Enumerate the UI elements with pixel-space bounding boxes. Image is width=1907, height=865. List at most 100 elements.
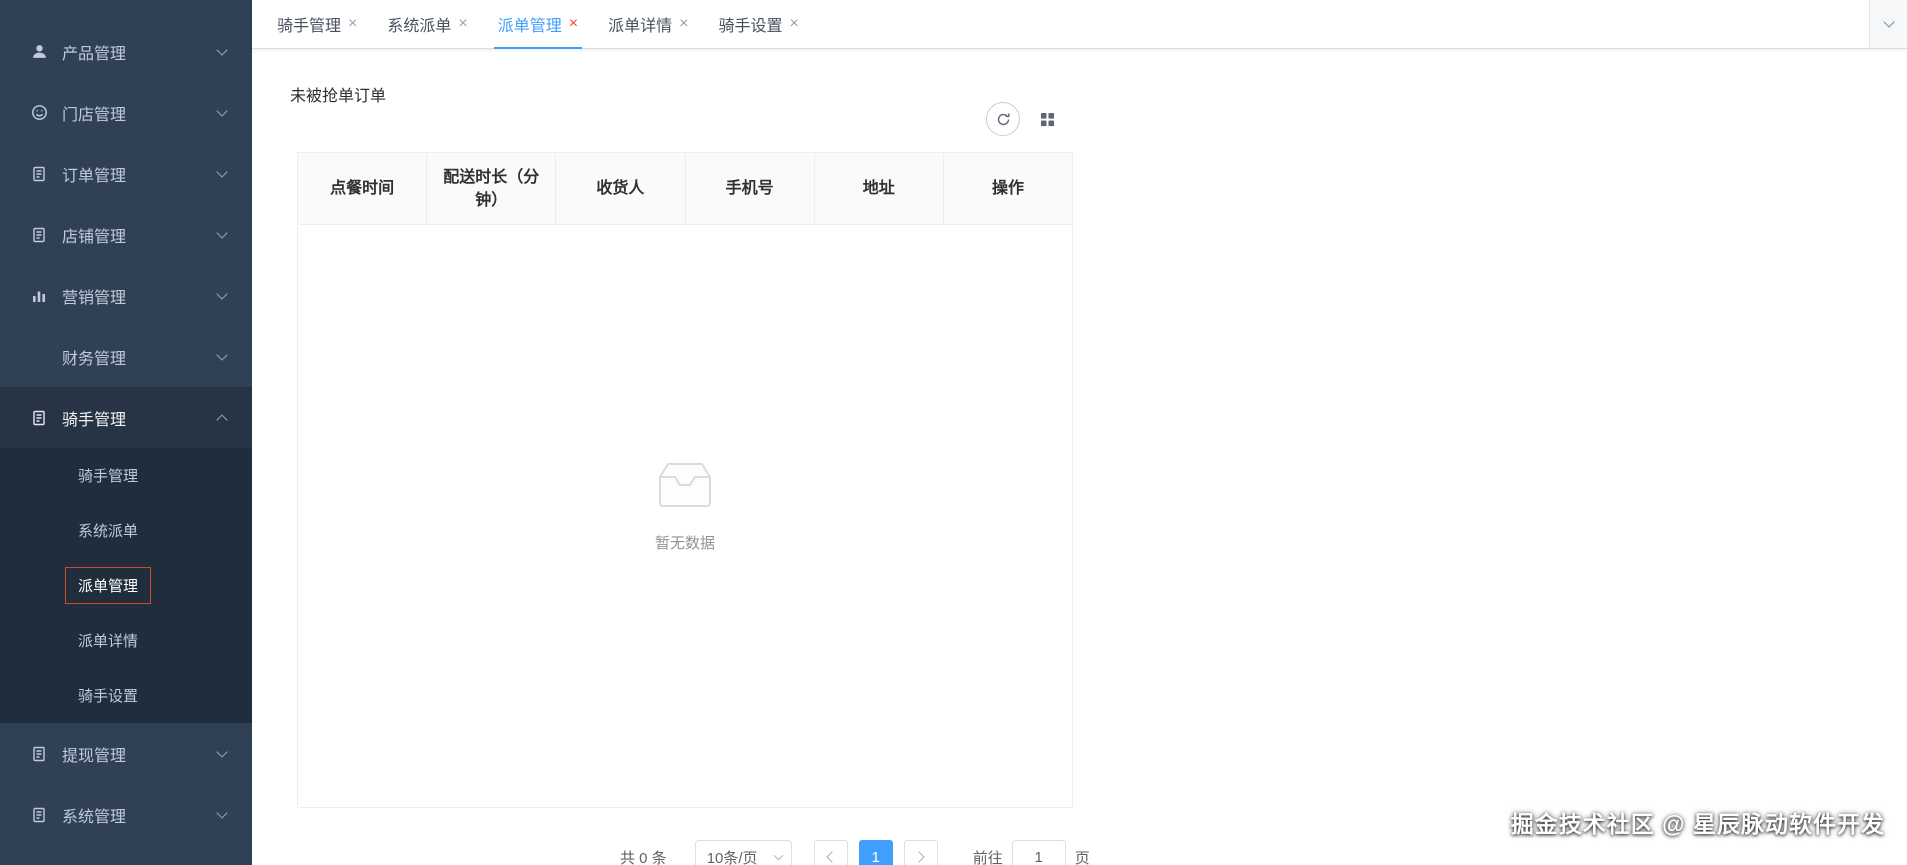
chevron-up-icon <box>216 413 228 426</box>
chevron-down-icon <box>216 104 228 117</box>
sidebar-item-order-mgmt[interactable]: 订单管理 <box>0 143 252 204</box>
sidebar-subitem-rider-mgmt[interactable]: 骑手管理 <box>0 448 252 503</box>
active-highlight-box: 派单管理 <box>65 567 152 604</box>
table-toolbar <box>986 102 1064 136</box>
chevron-left-icon <box>826 851 838 863</box>
document-icon <box>29 225 49 245</box>
document-icon <box>29 408 49 428</box>
chevron-down-icon <box>773 850 784 860</box>
shop-icon <box>29 103 49 123</box>
close-icon[interactable]: × <box>679 16 688 32</box>
chart-icon <box>29 286 49 306</box>
column-header-order-time: 点餐时间 <box>330 180 395 197</box>
chevron-right-icon <box>913 851 925 863</box>
tab-rider-mgmt[interactable]: 骑手管理 × <box>273 0 361 48</box>
column-header-actions: 操作 <box>942 153 1072 224</box>
column-header-delivery-duration: 配送时长（分钟） <box>426 153 555 224</box>
pagination-total: 共 0 条 <box>620 849 667 865</box>
sidebar-item-label: 产品管理 <box>62 45 127 63</box>
sidebar-item-label: 店铺管理 <box>62 228 127 246</box>
tab-overflow-dropdown[interactable] <box>1869 0 1907 48</box>
chevron-down-icon <box>216 165 228 178</box>
close-icon[interactable]: × <box>348 16 357 32</box>
blank-icon <box>29 347 49 367</box>
tabbar: 骑手管理 × 系统派单 × 派单管理 × 派单详情 × 骑手设置 × <box>252 0 1907 49</box>
close-icon[interactable]: × <box>569 16 578 32</box>
sidebar-subitem-dispatch-mgmt[interactable]: 派单管理 <box>0 558 252 613</box>
goto-label: 前往 <box>972 849 1003 865</box>
chevron-down-icon <box>216 287 228 300</box>
sidebar-item-shop-mgmt[interactable]: 店铺管理 <box>0 204 252 265</box>
sidebar-item-label: 营销管理 <box>62 289 127 307</box>
tab-label: 系统派单 <box>387 18 452 35</box>
goto-page-input[interactable] <box>1011 840 1066 865</box>
sidebar-item-finance-mgmt[interactable]: 财务管理 <box>0 326 252 387</box>
sidebar-subitem-label: 系统派单 <box>78 523 139 540</box>
sidebar-item-marketing-mgmt[interactable]: 营销管理 <box>0 265 252 326</box>
sidebar-subitem-label: 骑手管理 <box>78 468 139 485</box>
tab-dispatch-mgmt[interactable]: 派单管理 × <box>493 0 583 49</box>
current-page-button[interactable]: 1 <box>858 840 893 865</box>
sidebar-item-store-mgmt[interactable]: 门店管理 <box>0 82 252 143</box>
orders-table: 点餐时间 配送时长（分钟） 收货人 手机号 地址 操作 暂无数据 <box>297 152 1073 808</box>
sidebar-item-system-mgmt[interactable]: 系统管理 <box>0 784 252 845</box>
app-window: 产品管理 门店管理 订单管理 店铺管理 营销管理 财务管理 骑手管理 骑手管理 … <box>0 0 1907 865</box>
refresh-icon <box>997 113 1009 125</box>
empty-state: 暂无数据 <box>652 459 718 553</box>
grid-icon <box>1040 112 1054 126</box>
empty-text: 暂无数据 <box>654 535 715 552</box>
empty-inbox-icon <box>659 463 711 507</box>
chevron-down-icon <box>216 348 228 361</box>
next-page-button[interactable] <box>903 840 938 865</box>
sidebar-item-withdraw-mgmt[interactable]: 提现管理 <box>0 723 252 784</box>
chevron-down-icon <box>216 226 228 239</box>
refresh-button[interactable] <box>986 102 1020 136</box>
prev-page-button[interactable] <box>813 840 848 865</box>
chevron-down-icon <box>1882 16 1895 28</box>
main-area: 骑手管理 × 系统派单 × 派单管理 × 派单详情 × 骑手设置 × 未被抢单订… <box>252 0 1907 865</box>
tab-rider-settings[interactable]: 骑手设置 × <box>714 0 802 48</box>
sidebar-item-label: 系统管理 <box>62 808 127 826</box>
sidebar-item-rider-mgmt[interactable]: 骑手管理 <box>0 387 252 448</box>
user-icon <box>29 42 49 62</box>
tab-label: 骑手管理 <box>277 18 342 35</box>
close-icon[interactable]: × <box>789 16 798 32</box>
sidebar-item-label: 提现管理 <box>62 747 127 765</box>
sidebar-item-label: 门店管理 <box>62 106 127 124</box>
sidebar-subitem-dispatch-detail[interactable]: 派单详情 <box>0 613 252 668</box>
sidebar-subitem-label: 骑手设置 <box>78 688 139 705</box>
chevron-down-icon <box>216 43 228 56</box>
page-size-value: 10条/页 <box>706 849 758 865</box>
content-panel: 未被抢单订单 点餐时间 配送时长（分钟） 收货人 手机号 地址 操作 暂无数据 … <box>252 49 1907 865</box>
column-settings-button[interactable] <box>1030 102 1064 136</box>
table-header-row: 点餐时间 配送时长（分钟） 收货人 手机号 地址 操作 <box>297 152 1073 225</box>
sidebar-item-product-mgmt[interactable]: 产品管理 <box>0 21 252 82</box>
page-unit-label: 页 <box>1074 849 1090 865</box>
page-title: 未被抢单订单 <box>290 88 387 105</box>
sidebar-submenu-rider: 骑手管理 系统派单 派单管理 派单详情 骑手设置 <box>0 448 252 723</box>
document-icon <box>29 744 49 764</box>
tab-label: 骑手设置 <box>718 18 783 35</box>
sidebar-item-label: 财务管理 <box>62 350 127 368</box>
tab-dispatch-detail[interactable]: 派单详情 × <box>604 0 692 48</box>
tab-label: 派单详情 <box>608 18 673 35</box>
table-body: 暂无数据 <box>297 225 1073 808</box>
tab-label: 派单管理 <box>497 18 562 35</box>
document-icon <box>29 164 49 184</box>
sidebar-subitem-label: 派单详情 <box>78 633 139 650</box>
column-header-receiver: 收货人 <box>555 153 684 224</box>
sidebar-subitem-system-dispatch[interactable]: 系统派单 <box>0 503 252 558</box>
sidebar-item-label: 骑手管理 <box>62 411 127 429</box>
pagination: 共 0 条 10条/页 1 前往 页 <box>620 840 1090 865</box>
column-header-address: 地址 <box>813 153 943 224</box>
chevron-down-icon <box>216 745 228 758</box>
sidebar-subitem-rider-settings[interactable]: 骑手设置 <box>0 668 252 723</box>
tab-system-dispatch[interactable]: 系统派单 × <box>383 0 471 48</box>
document-icon <box>29 805 49 825</box>
sidebar: 产品管理 门店管理 订单管理 店铺管理 营销管理 财务管理 骑手管理 骑手管理 … <box>0 0 252 865</box>
page-size-select[interactable]: 10条/页 <box>694 840 792 865</box>
sidebar-item-label: 订单管理 <box>62 167 127 185</box>
column-header-phone: 手机号 <box>684 153 814 224</box>
close-icon[interactable]: × <box>458 16 467 32</box>
chevron-down-icon <box>216 806 228 819</box>
